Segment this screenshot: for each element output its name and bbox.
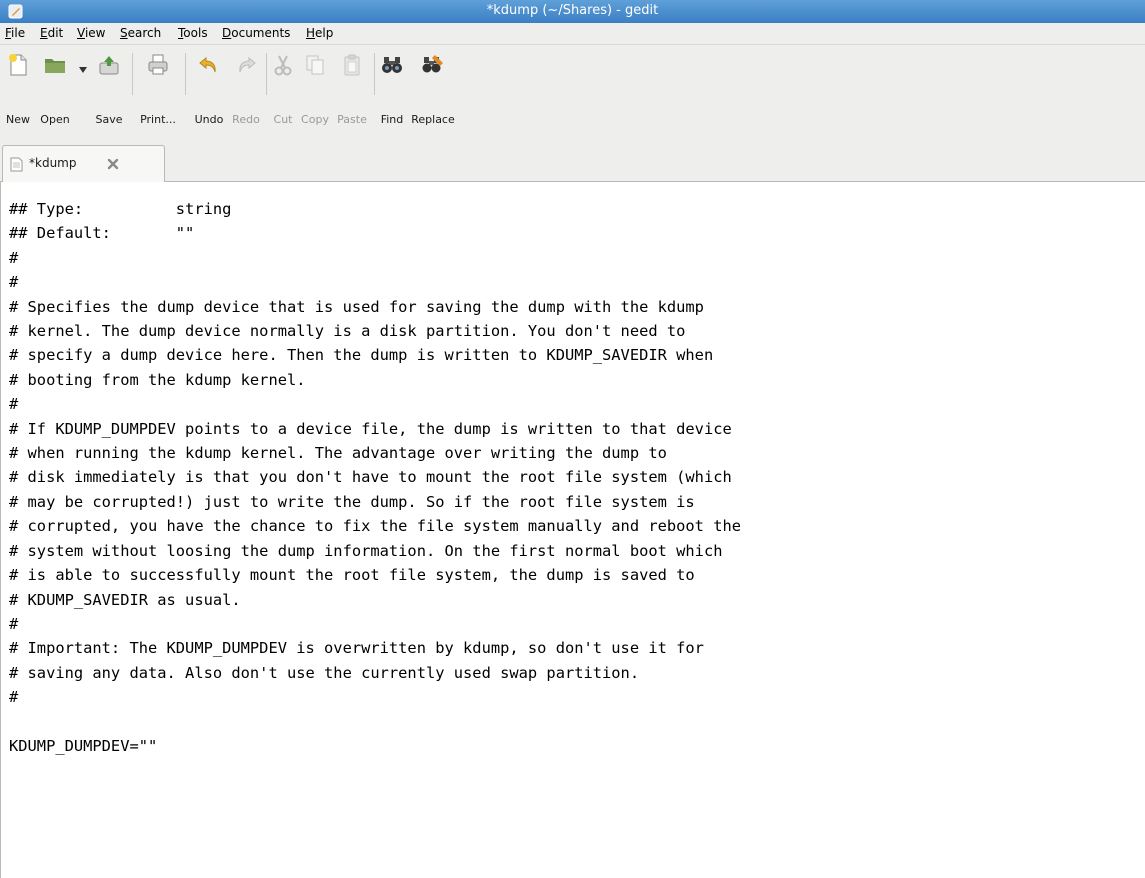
menu-view[interactable]: View [77,26,105,40]
open-button[interactable]: Open [36,45,74,133]
new-button[interactable]: New [2,45,34,133]
text-editor[interactable]: ## Type: string ## Default: "" # # # Spe… [0,182,1145,878]
close-icon[interactable] [106,157,120,171]
menu-search[interactable]: Search [120,26,161,40]
new-document-icon [9,54,27,76]
print-button[interactable]: Print... [137,45,179,133]
menu-documents[interactable]: Documents [222,26,290,40]
redo-icon [239,56,256,73]
cut-button[interactable]: Cut [270,45,296,133]
redo-button[interactable]: Redo [229,45,263,133]
toolbar-separator [266,53,267,95]
editor-border [0,182,1,878]
menu-edit[interactable]: Edit [40,26,63,40]
undo-button[interactable]: Undo [191,45,227,133]
scissors-icon [274,55,292,76]
toolbar-separator [132,53,133,95]
save-icon [99,56,119,75]
toolbar: New Open Save Print... Undo Redo Cut Cop… [0,45,1145,135]
title-bar: *kdump (~/Shares) - gedit [0,0,1145,23]
paste-button[interactable]: Paste [334,45,370,133]
replace-icon [422,55,443,73]
menu-bar: File Edit View Search Tools Documents He… [0,23,1145,45]
menu-file[interactable]: File [5,26,25,40]
open-recent-dropdown[interactable] [76,45,90,133]
copy-button[interactable]: Copy [298,45,332,133]
toolbar-separator [185,53,186,95]
save-button[interactable]: Save [94,45,124,133]
folder-open-icon [45,59,65,73]
binoculars-icon [382,57,402,73]
tab-kdump[interactable]: *kdump [2,145,165,182]
copy-icon [306,55,324,75]
paste-icon [344,54,360,76]
replace-button[interactable]: Replace [408,45,458,133]
printer-icon [148,54,168,75]
undo-icon [199,56,216,73]
window-title: *kdump (~/Shares) - gedit [486,3,659,18]
document-icon [10,157,23,172]
document-tab-bar: *kdump [0,134,1145,182]
toolbar-separator [374,53,375,95]
chevron-down-icon [79,67,87,73]
tab-label: *kdump [29,156,77,170]
menu-tools[interactable]: Tools [178,26,208,40]
menu-help[interactable]: Help [306,26,333,40]
editor-content[interactable]: ## Type: string ## Default: "" # # # Spe… [9,197,741,758]
find-button[interactable]: Find [378,45,406,133]
